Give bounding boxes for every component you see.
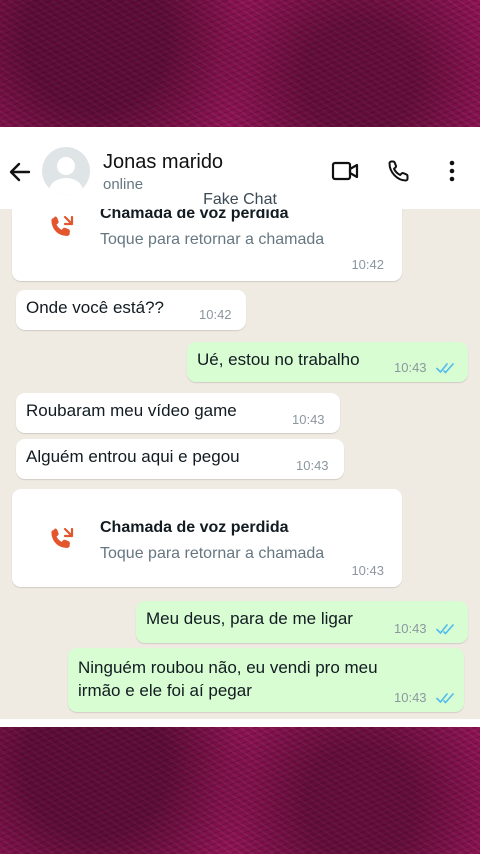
message-text: Roubaram meu vídeo game xyxy=(26,401,237,420)
message-bubble[interactable]: Ninguém roubou não, eu vendi pro meu irm… xyxy=(68,648,464,712)
chat-screen: Chamada de voz perdida Toque para retorn… xyxy=(0,127,480,727)
call-subtitle: Toque para retornar a chamada xyxy=(100,231,325,248)
background-bottom-band xyxy=(0,727,480,854)
call-title: Chamada de voz perdida xyxy=(100,519,289,536)
contact-name[interactable]: Jonas marido xyxy=(103,151,223,174)
background-top-band xyxy=(0,0,480,127)
message-time: 10:43 xyxy=(394,621,427,636)
message-time: 10:42 xyxy=(199,307,232,322)
back-arrow-icon[interactable] xyxy=(8,160,32,184)
message-time: 10:43 xyxy=(394,360,427,375)
avatar[interactable] xyxy=(42,147,90,195)
message-bubble[interactable]: Onde você está?? 10:42 xyxy=(16,290,246,330)
message-text: Ninguém roubou não, eu vendi pro meu irm… xyxy=(78,658,378,700)
read-double-check-icon xyxy=(436,363,454,374)
message-time: 10:43 xyxy=(351,563,384,578)
default-avatar-icon xyxy=(49,157,83,195)
call-subtitle: Toque para retornar a chamada xyxy=(100,545,325,562)
message-time: 10:43 xyxy=(394,690,427,705)
video-call-icon[interactable] xyxy=(331,159,359,183)
message-bubble[interactable]: Ué, estou no trabalho 10:43 xyxy=(187,342,468,382)
message-time: 10:43 xyxy=(296,458,329,473)
message-time: 10:43 xyxy=(292,412,325,427)
read-double-check-icon xyxy=(436,624,454,635)
message-text: Alguém entrou aqui e pegou xyxy=(26,447,240,466)
missed-call-icon xyxy=(51,215,74,236)
message-bubble[interactable]: Roubaram meu vídeo game 10:43 xyxy=(16,393,340,433)
message-time: 10:42 xyxy=(351,257,384,272)
message-bubble[interactable]: Meu deus, para de me ligar 10:43 xyxy=(136,601,468,643)
message-text: Meu deus, para de me ligar xyxy=(146,609,353,628)
missed-call-icon xyxy=(51,527,74,548)
message-bubble[interactable]: Alguém entrou aqui e pegou 10:43 xyxy=(16,439,344,479)
message-text: Onde você está?? xyxy=(26,298,164,317)
message-text: Ué, estou no trabalho xyxy=(197,350,360,369)
voice-call-icon[interactable] xyxy=(387,159,411,183)
app-watermark-label: Fake Chat xyxy=(203,191,277,208)
bottom-partial-bubble xyxy=(0,719,480,727)
missed-call-card[interactable]: Chamada de voz perdida Toque para retorn… xyxy=(12,489,402,587)
more-options-icon[interactable] xyxy=(446,159,458,183)
read-double-check-icon xyxy=(436,693,454,704)
